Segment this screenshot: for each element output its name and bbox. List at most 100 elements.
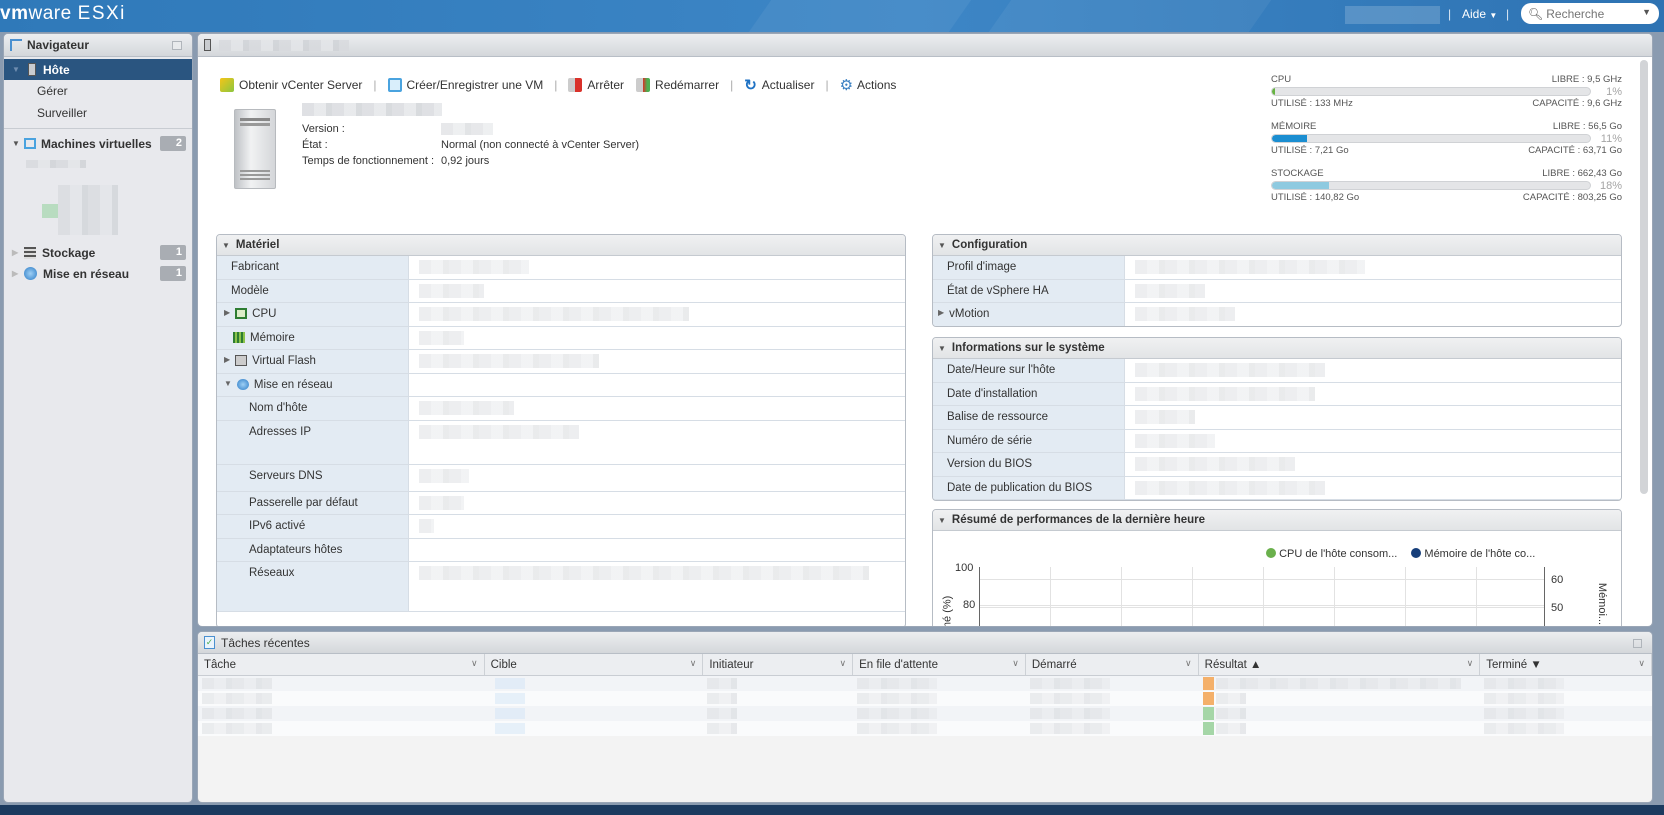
right-axis-label: Mémoi...: [1596, 582, 1609, 626]
column-header-target[interactable]: Cible ∨: [485, 654, 704, 675]
chevron-down-icon[interactable]: ∨: [1467, 658, 1474, 669]
status-indicator-icon: [1202, 677, 1214, 690]
navigator-panel: Navigateur ▼ Hôte Gérer Surveiller ▼ Mac…: [3, 33, 193, 803]
column-header-queued[interactable]: En file d'attente ∨: [853, 654, 1026, 675]
vm-list-redacted[interactable]: [26, 160, 192, 240]
main-scrollbar[interactable]: [1640, 60, 1648, 494]
right-tick: 50: [1551, 602, 1564, 614]
state-label: État :: [302, 139, 328, 151]
task-cell: [1026, 691, 1199, 706]
chevron-down-icon[interactable]: ∨: [690, 658, 697, 669]
property-label: Profil d'image: [947, 261, 1017, 273]
task-row[interactable]: [198, 721, 1652, 736]
nav-item-networking[interactable]: ▶ Mise en réseau 1: [4, 263, 192, 284]
shutdown-button[interactable]: Arrêter: [568, 78, 624, 92]
nav-item-host[interactable]: ▼ Hôte: [4, 59, 192, 80]
property-label: Passerelle par défaut: [249, 496, 358, 509]
task-cell: [198, 706, 485, 721]
task-value-redacted: [707, 723, 738, 734]
property-row: Numéro de série: [933, 429, 1621, 453]
column-header-completed[interactable]: Terminé ▼ ∨: [1480, 654, 1652, 675]
chevron-down-icon[interactable]: ∨: [1012, 658, 1019, 669]
search-input[interactable]: [1546, 6, 1647, 21]
right-tick: 60: [1551, 574, 1564, 586]
task-row[interactable]: [198, 676, 1652, 691]
property-label: Balise de ressource: [947, 411, 1048, 423]
vm-count-badge: 2: [160, 136, 186, 151]
property-value-redacted: [419, 354, 599, 368]
status-indicator-icon: [1202, 722, 1214, 735]
task-row[interactable]: [198, 706, 1652, 721]
column-header-started[interactable]: Démarré ∨: [1026, 654, 1199, 675]
network-icon: [24, 267, 37, 280]
configuration-header[interactable]: ▼ Configuration: [933, 235, 1621, 256]
left-tick: 100: [955, 562, 974, 574]
expand-icon[interactable]: ▶: [12, 248, 22, 257]
chevron-down-icon[interactable]: ∨: [1185, 658, 1192, 669]
user-menu[interactable]: [1345, 6, 1440, 24]
property-row: IPv6 activé: [217, 515, 905, 539]
collapse-icon[interactable]: ▼: [224, 379, 232, 388]
version-value-redacted: [441, 123, 493, 135]
nav-item-virtual-machines[interactable]: ▼ Machines virtuelles 2: [4, 133, 192, 154]
expand-icon[interactable]: ▶: [224, 308, 230, 317]
expand-icon[interactable]: ▶: [938, 308, 944, 317]
minimize-icon[interactable]: [172, 41, 182, 50]
reboot-button[interactable]: Redémarrer: [636, 78, 719, 92]
property-row: Date d'installation: [933, 382, 1621, 406]
nav-item-manage[interactable]: Gérer: [4, 80, 192, 102]
collapse-icon[interactable]: ▼: [222, 241, 230, 250]
chevron-down-icon[interactable]: ∨: [840, 658, 847, 669]
get-vcenter-button[interactable]: Obtenir vCenter Server: [220, 78, 362, 92]
chevron-down-icon[interactable]: ∨: [1638, 658, 1645, 669]
column-header-result[interactable]: Résultat ▲ ∨: [1199, 654, 1481, 675]
collapse-icon[interactable]: ▼: [12, 139, 22, 148]
property-label: vMotion: [949, 308, 990, 320]
column-header-initiator[interactable]: Initiateur ∨: [703, 654, 854, 675]
nav-item-monitor[interactable]: Surveiller: [4, 102, 192, 124]
refresh-button[interactable]: ↻ Actualiser: [744, 76, 814, 94]
system-info-header[interactable]: ▼ Informations sur le système: [933, 338, 1621, 359]
property-row[interactable]: ▼ Mise en réseau: [217, 373, 905, 397]
property-row[interactable]: ▶ Virtual Flash: [217, 350, 905, 374]
property-label: Version du BIOS: [947, 458, 1033, 470]
legend-memory[interactable]: Mémoire de l'hôte co...: [1411, 548, 1535, 560]
state-value: Normal (non connecté à vCenter Server): [441, 139, 640, 151]
expand-icon[interactable]: ▶: [224, 355, 230, 364]
resource-percent: 18%: [1599, 180, 1622, 192]
task-cell: [485, 691, 704, 706]
property-label: Adaptateurs hôtes: [249, 543, 343, 556]
task-cell: [1199, 706, 1481, 721]
help-menu[interactable]: Aide ▼: [1462, 7, 1497, 21]
task-value-redacted: [1215, 723, 1246, 734]
task-value-redacted: [494, 678, 525, 689]
chevron-down-icon[interactable]: ∨: [471, 658, 478, 669]
collapse-icon[interactable]: ▼: [938, 241, 946, 250]
chevron-down-icon[interactable]: ▼: [1642, 7, 1651, 17]
task-value-redacted: [1215, 678, 1461, 689]
legend-cpu[interactable]: CPU de l'hôte consom...: [1266, 548, 1397, 560]
property-value-redacted: [419, 307, 689, 321]
property-row[interactable]: ▶ CPU: [217, 303, 905, 327]
property-value-redacted: [1135, 363, 1325, 377]
property-value-redacted: [419, 566, 869, 580]
column-header-task[interactable]: Tâche ∨: [198, 654, 485, 675]
collapse-icon[interactable]: ▼: [938, 344, 946, 353]
expand-icon[interactable]: ▶: [12, 269, 22, 278]
actions-button[interactable]: ⚙ Actions: [840, 76, 897, 94]
property-row[interactable]: ▶ vMotion: [933, 303, 1621, 326]
performance-header[interactable]: ▼ Résumé de performances de la dernière h…: [933, 510, 1621, 531]
hardware-header[interactable]: ▼ Matériel: [217, 235, 905, 256]
collapse-icon[interactable]: ▼: [12, 65, 22, 74]
property-row: Mémoire: [217, 326, 905, 350]
task-row[interactable]: [198, 691, 1652, 706]
gear-icon: ⚙: [839, 77, 854, 94]
minimize-icon[interactable]: [1633, 639, 1642, 648]
nav-item-storage[interactable]: ▶ Stockage 1: [4, 242, 192, 263]
collapse-icon[interactable]: ▼: [938, 516, 946, 525]
property-label: Mise en réseau: [253, 378, 333, 391]
task-value-redacted: [202, 723, 272, 734]
create-vm-button[interactable]: Créer/Enregistrer une VM: [387, 78, 543, 92]
uptime-value: 0,92 jours: [441, 155, 490, 167]
search-box[interactable]: 🔍︎ ▼: [1521, 3, 1659, 24]
